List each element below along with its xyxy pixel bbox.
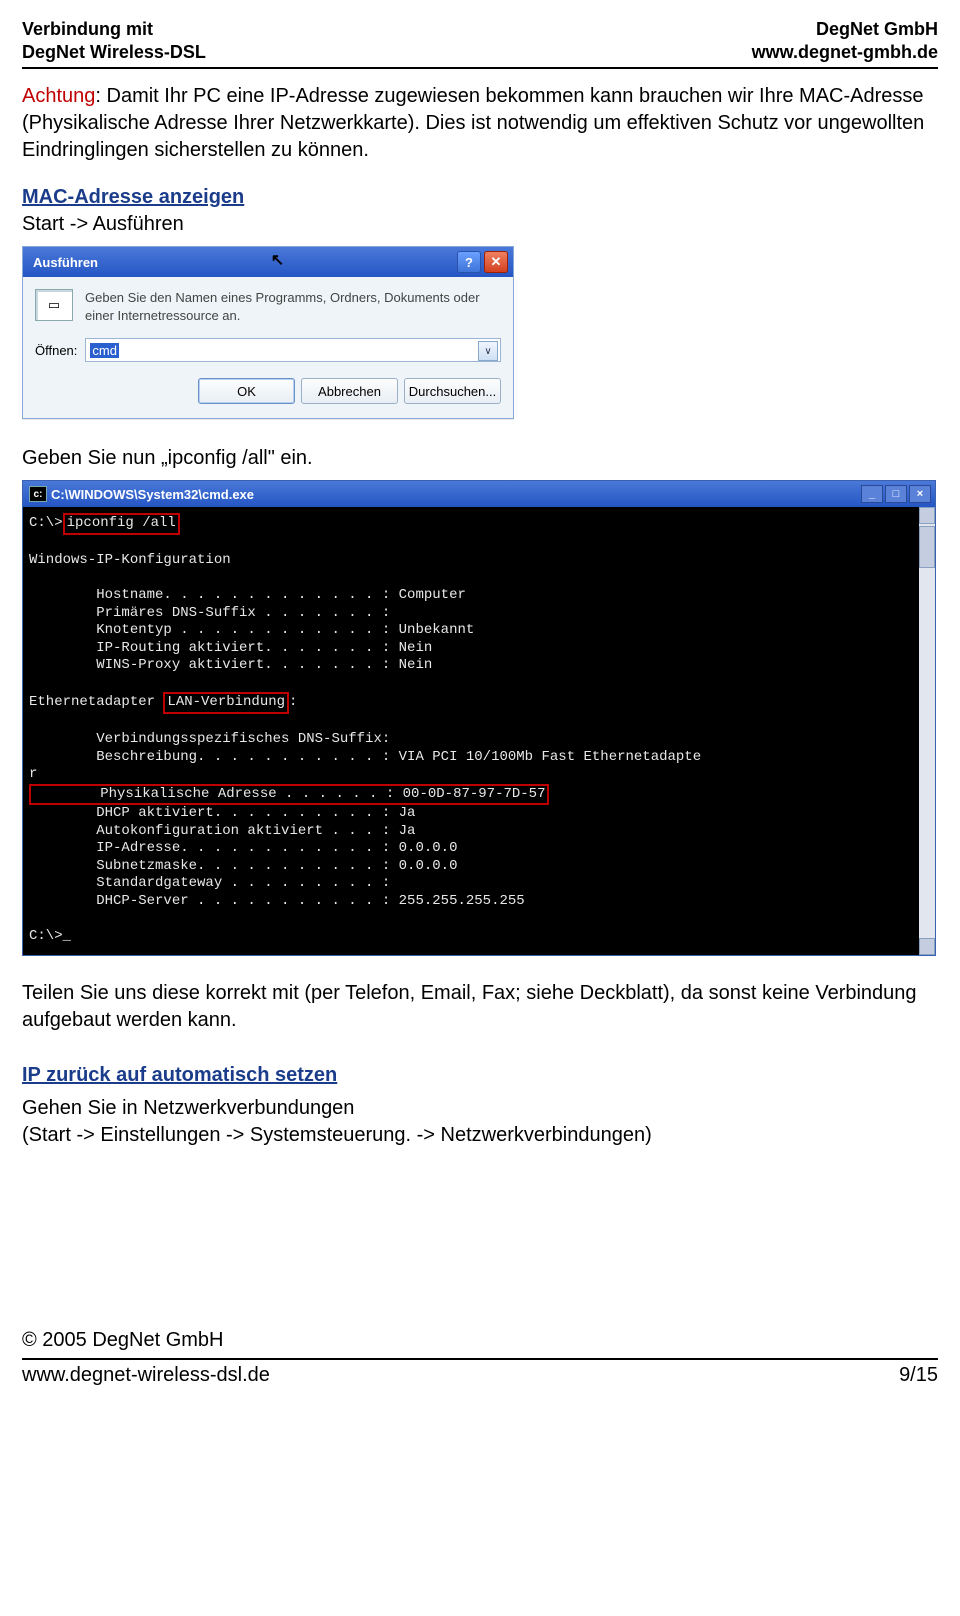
cmd-line: Knotentyp . . . . . . . . . . . . : Unbe… <box>29 622 929 640</box>
cmd-line: Windows-IP-Konfiguration <box>29 552 929 570</box>
cmd-close-button[interactable]: × <box>909 485 931 503</box>
run-titlebar[interactable]: Ausführen ↖ ? ✕ <box>23 247 513 277</box>
section-sub-mac: Start -> Ausführen <box>22 211 938 238</box>
ok-label: OK <box>237 384 256 399</box>
cmd-line: Hostname. . . . . . . . . . . . . : Comp… <box>29 587 929 605</box>
terminal-icon: c: <box>29 486 47 502</box>
cmd-line: : <box>289 694 297 710</box>
run-title: Ausführen <box>33 255 98 270</box>
chevron-down-icon[interactable]: ∨ <box>478 341 498 361</box>
header-left-2: DegNet Wireless-DSL <box>22 41 206 64</box>
close-icon: ✕ <box>491 254 502 270</box>
cancel-button[interactable]: Abbrechen <box>301 378 398 404</box>
ipreset-line1: Gehen Sie in Netzwerkverbundungen <box>22 1095 938 1122</box>
adapter-name-highlight: LAN-Verbindung <box>163 692 289 714</box>
run-description: Geben Sie den Namen eines Programms, Ord… <box>85 289 501 324</box>
scroll-down-icon[interactable] <box>919 938 935 955</box>
mac-address-highlight: Physikalische Adresse . . . . . . : 00-0… <box>29 784 549 806</box>
scroll-thumb[interactable] <box>919 526 935 568</box>
cmd-line: WINS-Proxy aktiviert. . . . . . . : Nein <box>29 657 929 675</box>
close-icon: × <box>917 488 923 500</box>
run-program-icon: ▭ <box>35 289 73 321</box>
cmd-line: Ethernetadapter <box>29 694 163 710</box>
cmd-line: Standardgateway . . . . . . . . . : <box>29 875 929 893</box>
cmd-line: IP-Adresse. . . . . . . . . . . . : 0.0.… <box>29 840 929 858</box>
warning-label: Achtung <box>22 85 95 107</box>
ipreset-line2: (Start -> Einstellungen -> Systemsteueru… <box>22 1122 938 1149</box>
cmd-scrollbar[interactable] <box>919 507 935 955</box>
minimize-icon: _ <box>869 488 875 500</box>
cmd-line: Verbindungsspezifisches DNS-Suffix: <box>29 731 929 749</box>
cmd-titlebar[interactable]: c: C:\WINDOWS\System32\cmd.exe _ □ × <box>23 481 935 507</box>
cancel-label: Abbrechen <box>318 384 381 399</box>
cmd-line: Primäres DNS-Suffix . . . . . . . : <box>29 605 929 623</box>
page-footer: © 2005 DegNet GmbH www.degnet-wireless-d… <box>22 1329 938 1387</box>
cmd-line: DHCP-Server . . . . . . . . . . . : 255.… <box>29 893 929 911</box>
page-header: Verbindung mit DegNet Wireless-DSL DegNe… <box>22 18 938 63</box>
share-mac-instruction: Teilen Sie uns diese korrekt mit (per Te… <box>22 980 938 1034</box>
cmd-title: C:\WINDOWS\System32\cmd.exe <box>51 487 254 502</box>
cmd-line: Subnetzmaske. . . . . . . . . . . : 0.0.… <box>29 858 929 876</box>
ipconfig-instruction: Geben Sie nun „ipconfig /all" ein. <box>22 445 938 472</box>
section-title-mac: MAC-Adresse anzeigen <box>22 186 938 209</box>
help-button[interactable]: ? <box>457 251 481 273</box>
warning-text: : Damit Ihr PC eine IP-Adresse zugewiese… <box>22 85 924 161</box>
help-icon: ? <box>465 255 473 270</box>
cmd-line: IP-Routing aktiviert. . . . . . . : Nein <box>29 640 929 658</box>
open-label: Öffnen: <box>35 343 77 358</box>
warning-paragraph: Achtung: Damit Ihr PC eine IP-Adresse zu… <box>22 83 938 164</box>
open-combobox[interactable]: cmd ∨ <box>85 338 501 362</box>
cursor-icon: ↖ <box>271 250 284 270</box>
header-right-2: www.degnet-gmbh.de <box>752 41 938 64</box>
footer-page: 9/15 <box>899 1364 938 1387</box>
header-left-1: Verbindung mit <box>22 18 206 41</box>
cmd-line: Autokonfiguration aktiviert . . . : Ja <box>29 823 929 841</box>
minimize-button[interactable]: _ <box>861 485 883 503</box>
cmd-window: c: C:\WINDOWS\System32\cmd.exe _ □ × C:\… <box>22 480 936 956</box>
header-right-1: DegNet GmbH <box>752 18 938 41</box>
cmd-output[interactable]: C:\>ipconfig /all Windows-IP-Konfigurati… <box>23 507 935 955</box>
browse-label: Durchsuchen... <box>409 384 496 399</box>
cmd-line: Beschreibung. . . . . . . . . . . : VIA … <box>29 749 929 767</box>
scroll-up-icon[interactable] <box>919 507 935 524</box>
close-button[interactable]: ✕ <box>484 251 508 273</box>
browse-button[interactable]: Durchsuchen... <box>404 378 501 404</box>
open-value: cmd <box>90 343 119 358</box>
footer-url: www.degnet-wireless-dsl.de <box>22 1364 270 1387</box>
header-divider <box>22 67 938 69</box>
cmd-line: r <box>29 766 929 784</box>
maximize-icon: □ <box>893 488 900 500</box>
cmd-command-highlight: ipconfig /all <box>63 513 180 535</box>
cmd-line: DHCP aktiviert. . . . . . . . . . : Ja <box>29 805 929 823</box>
cmd-prompt: C:\> <box>29 515 63 531</box>
cmd-prompt-end: C:\>_ <box>29 928 929 946</box>
maximize-button[interactable]: □ <box>885 485 907 503</box>
footer-copyright: © 2005 DegNet GmbH <box>22 1329 938 1352</box>
footer-divider <box>22 1358 938 1360</box>
ok-button[interactable]: OK <box>198 378 295 404</box>
section-title-ipreset: IP zurück auf automatisch setzen <box>22 1064 938 1087</box>
run-dialog: Ausführen ↖ ? ✕ ▭ Geben Sie den Namen ei… <box>22 246 514 419</box>
